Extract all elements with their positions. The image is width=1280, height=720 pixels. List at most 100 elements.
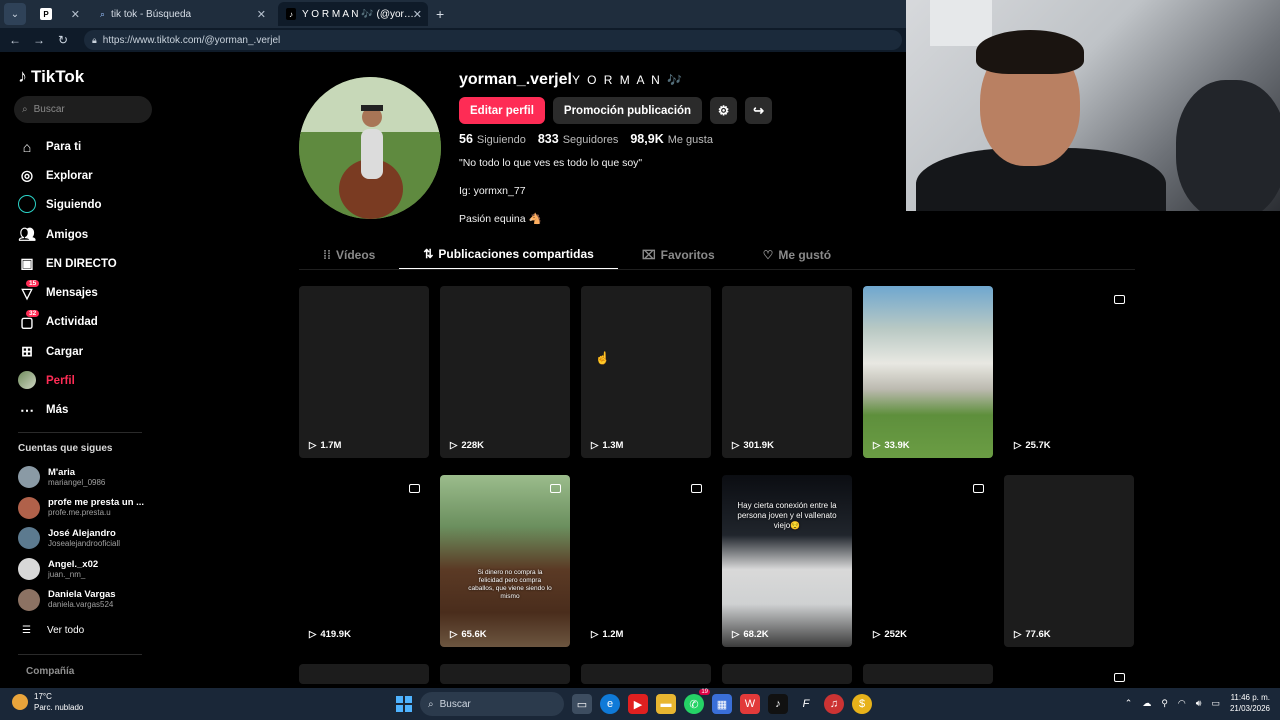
sidebar: ♪ TikTok ⌕ Buscar ⌂ Para ti ◎ Explorar Sig…	[0, 52, 160, 688]
following-account[interactable]: José Alejandro Josealejandrooficiall	[18, 523, 144, 554]
post-card[interactable]: ▷ 252K	[863, 475, 993, 647]
nav-siguiendo[interactable]: Siguiendo	[18, 191, 117, 220]
divider	[18, 432, 142, 433]
volume-icon[interactable]: 🔊︎	[1196, 698, 1202, 709]
post-card[interactable]: ▷ 33.9K	[863, 286, 993, 458]
tab-reposts[interactable]: ⇅ Publicaciones compartidas	[399, 240, 618, 270]
search-input[interactable]: ⌕ Buscar	[14, 96, 152, 123]
view-count: ▷ 252K	[873, 629, 907, 640]
tab-favorites[interactable]: ⌧ Favoritos	[618, 240, 739, 270]
company-link[interactable]: Compañía	[26, 666, 74, 677]
post-card[interactable]: ▷ 1.7M	[299, 286, 429, 458]
close-tab-icon[interactable]: ✕	[257, 8, 266, 21]
avatar	[18, 496, 40, 519]
see-all-button[interactable]: ☰ Ver todo	[22, 625, 84, 636]
new-tab-button[interactable]: +	[436, 6, 444, 22]
edge-icon[interactable]: e	[600, 694, 620, 714]
profile-stats: 56 Siguiendo 833 Seguidores 98,9K Me gusta	[459, 132, 713, 146]
post-card[interactable]: Hay cierta conexión entre la persona jov…	[722, 475, 852, 647]
nav-perfil[interactable]: Perfil	[18, 366, 117, 395]
back-icon[interactable]: ←	[8, 33, 22, 47]
reload-icon[interactable]: ↻	[56, 33, 70, 47]
heart-icon: ♡	[762, 248, 774, 262]
taskbar-search[interactable]: ⌕ Buscar	[420, 692, 564, 716]
network-icon[interactable]: ⚲	[1161, 698, 1168, 709]
store-icon[interactable]: ▦	[712, 694, 732, 714]
close-tab-icon[interactable]: ✕	[71, 8, 80, 21]
clock[interactable]: 11:46 p. m. 21/03/2026	[1230, 692, 1270, 714]
profile-avatar[interactable]	[299, 77, 441, 219]
post-card[interactable]: Si dinero no compra la felicidad pero co…	[440, 475, 570, 647]
bookmark-icon: ⌧	[641, 248, 656, 262]
post-card[interactable]	[1004, 664, 1134, 684]
following-icon	[18, 194, 36, 216]
followers-stat[interactable]: 833 Seguidores	[538, 132, 619, 146]
account-user: profe.me.presta.u	[48, 508, 111, 518]
post-card[interactable]: ▷ 25.7K	[1004, 286, 1134, 458]
nav-amigos[interactable]: 👥︎ Amigos	[18, 220, 117, 249]
view-count: ▷ 33.9K	[873, 440, 910, 451]
browser-tab-3[interactable]: ♪ Y O R M A N 🎶 (@yorman_.verjel) ✕	[278, 2, 428, 26]
post-card[interactable]	[299, 664, 429, 684]
following-account[interactable]: Daniela Vargas daniela.vargas524	[18, 584, 144, 615]
coin-app-icon[interactable]: $	[852, 694, 872, 714]
battery-icon[interactable]: ▭	[1211, 698, 1220, 709]
following-account[interactable]: Angel._x02 juan._nm_	[18, 554, 144, 585]
nav-mensajes[interactable]: ▽ 15 Mensajes	[18, 278, 117, 307]
promote-post-button[interactable]: Promoción publicación	[552, 97, 703, 124]
nav-para-ti[interactable]: ⌂ Para ti	[18, 132, 117, 161]
whatsapp-icon[interactable]: ✆ 19	[684, 689, 710, 714]
tab-label: Me gustó	[778, 248, 832, 262]
wifi-icon[interactable]: ◠	[1178, 698, 1186, 709]
clock-time: 11:46 p. m.	[1230, 693, 1270, 702]
following-stat[interactable]: 56 Siguiendo	[459, 132, 526, 146]
url-field[interactable]: 🔒︎ https://www.tiktok.com/@yorman_.verje…	[84, 30, 902, 50]
browser-tab-1[interactable]: P ✕	[32, 2, 86, 26]
tab-liked[interactable]: ♡ Me gustó	[739, 240, 855, 270]
post-card[interactable]: ▷ 77.6K	[1004, 475, 1134, 647]
font-app-icon[interactable]: F	[796, 694, 816, 714]
profile-tabs: ⁞⁞ Vídeos ⇅ Publicaciones compartidas ⌧ Fav…	[299, 240, 1135, 270]
search-icon: ⌕	[22, 104, 28, 115]
account-name: José Alejandro	[48, 527, 116, 539]
following-account[interactable]: profe me presta un ... profe.me.presta.u	[18, 493, 144, 524]
weather-widget[interactable]: 17°C Parc. nublado	[12, 691, 83, 713]
nav-en-directo[interactable]: ▣ EN DIRECTO	[18, 249, 116, 278]
tab-actions-menu-icon[interactable]: ⌄	[4, 3, 26, 25]
nav-explorar[interactable]: ◎ Explorar	[18, 161, 117, 190]
share-icon[interactable]: ↪	[745, 97, 773, 124]
tiktok-logo[interactable]: ♪ TikTok	[18, 66, 84, 87]
nav-cargar[interactable]: ⊞ Cargar	[18, 337, 117, 366]
forward-icon[interactable]: →	[32, 33, 46, 47]
nav-mas[interactable]: ⋯ Más	[18, 396, 117, 425]
browser-tab-2[interactable]: ⌕ tik tok - Búsqueda ✕	[92, 2, 272, 26]
task-view-icon[interactable]: ▭	[572, 694, 592, 714]
settings-gear-icon[interactable]: ⚙	[710, 97, 738, 124]
taskbar-search-label: Buscar	[439, 698, 471, 710]
post-card[interactable]	[440, 664, 570, 684]
post-card[interactable]: ▷ 1.3M	[581, 286, 711, 458]
profile-actions: Editar perfil Promoción publicación ⚙ ↪	[459, 97, 773, 124]
close-tab-icon[interactable]: ✕	[413, 8, 422, 21]
edit-profile-button[interactable]: Editar perfil	[459, 97, 545, 124]
file-explorer-icon[interactable]: ▬	[656, 694, 676, 714]
post-card[interactable]	[581, 664, 711, 684]
post-card[interactable]: ▷ 1.2M	[581, 475, 711, 647]
chevron-up-icon[interactable]: ⌃	[1125, 698, 1133, 709]
post-card[interactable]: ▷ 419.9K	[299, 475, 429, 647]
nav-actividad[interactable]: ▢ 32 Actividad	[18, 308, 117, 337]
tiktok-app-icon[interactable]: ♪	[768, 694, 788, 714]
onedrive-icon[interactable]: ☁	[1142, 698, 1151, 709]
tab-videos[interactable]: ⁞⁞ Vídeos	[299, 240, 399, 270]
likes-count: 98,9K	[630, 132, 664, 146]
windows-start-icon[interactable]	[396, 696, 412, 712]
post-card[interactable]: ▷ 228K	[440, 286, 570, 458]
youtube-icon[interactable]: ▶	[628, 694, 648, 714]
post-card[interactable]: ▷ 301.9K	[722, 286, 852, 458]
post-card[interactable]	[863, 664, 993, 684]
music-app-icon[interactable]: ♫	[824, 694, 844, 714]
wps-icon[interactable]: W	[740, 694, 760, 714]
account-user: juan._nm_	[48, 569, 86, 579]
following-account[interactable]: M'aria mariangel_0986	[18, 462, 144, 493]
post-card[interactable]	[722, 664, 852, 684]
